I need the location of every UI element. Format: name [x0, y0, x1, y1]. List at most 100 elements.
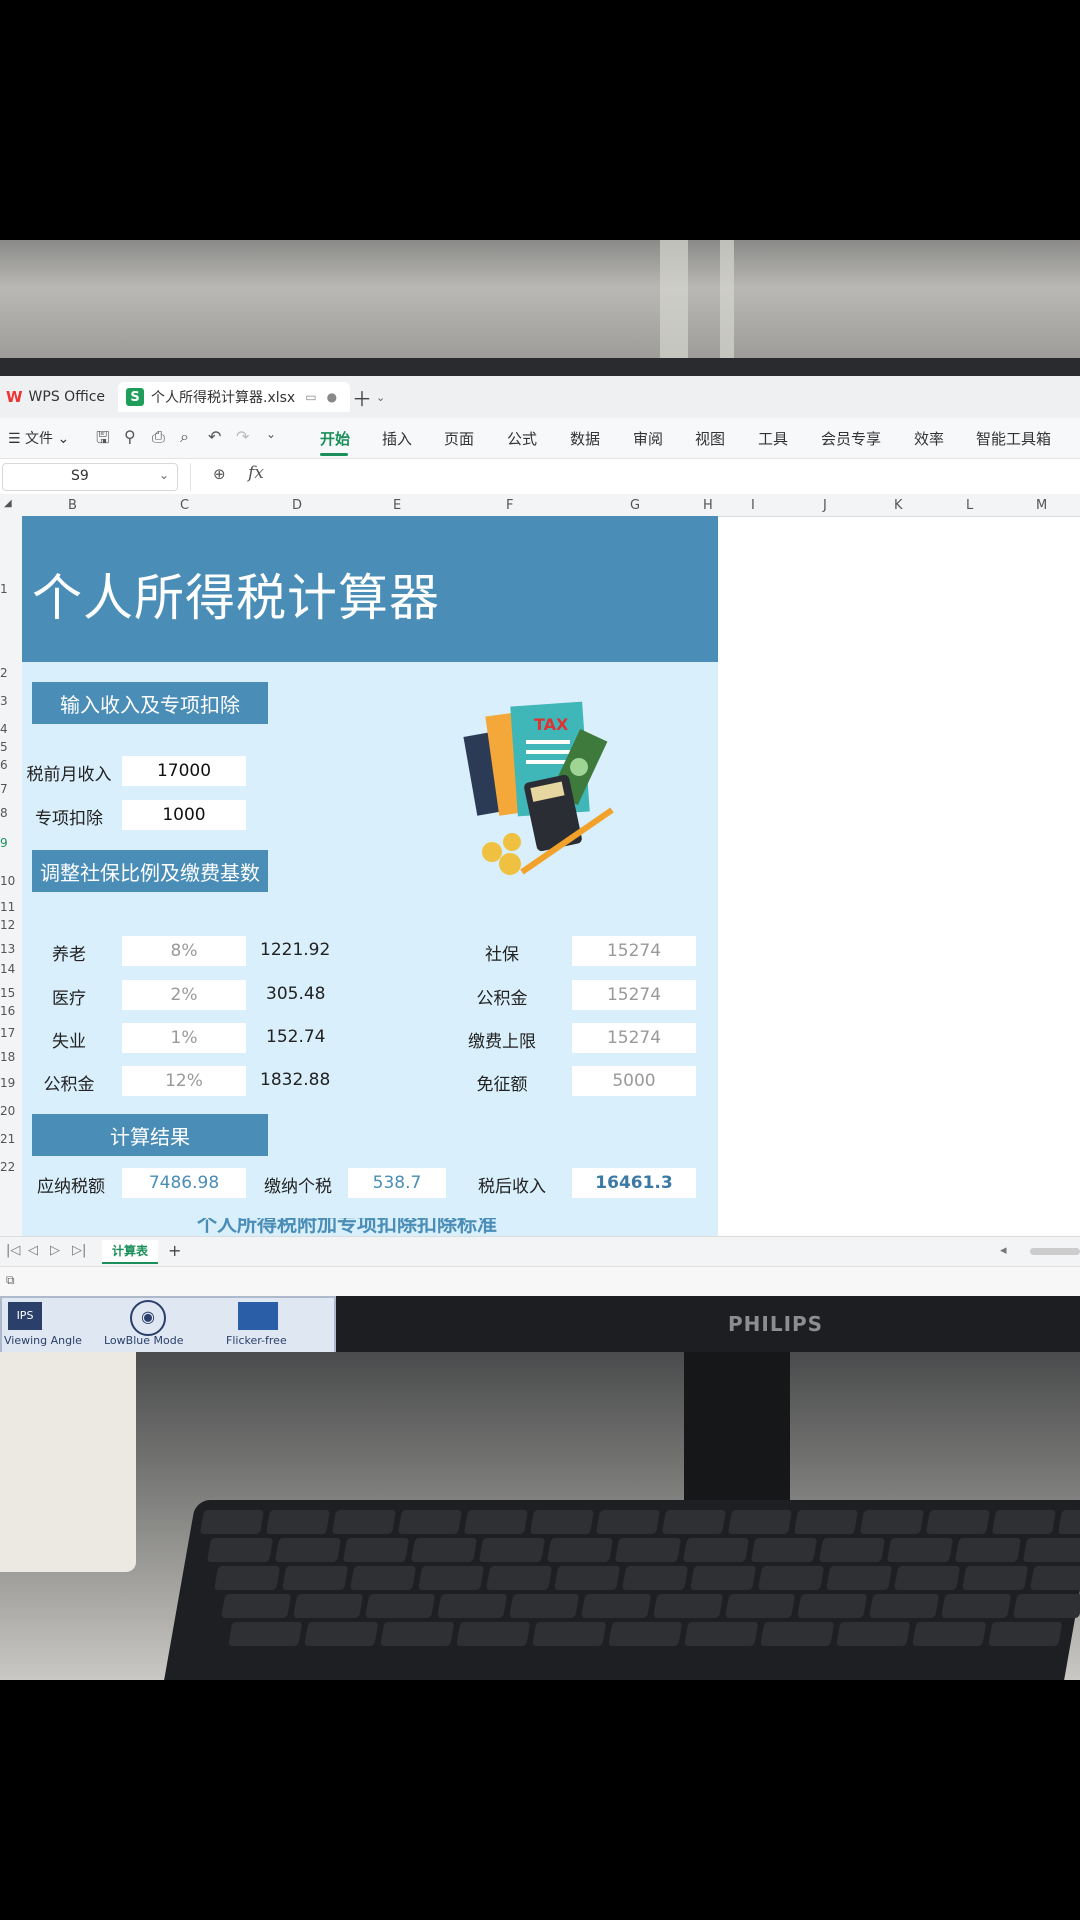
status-icon[interactable]: ⧉ — [6, 1273, 15, 1288]
section-input-heading: 输入收入及专项扣除 — [32, 682, 268, 724]
row-number[interactable]: 15 — [0, 986, 15, 1000]
col-l[interactable]: L — [966, 498, 973, 513]
col-e[interactable]: E — [393, 498, 401, 513]
add-sheet-button[interactable]: + — [168, 1241, 181, 1260]
taxable-income-value[interactable]: 7486.98 — [122, 1168, 246, 1198]
tab-view[interactable]: 视图 — [695, 428, 725, 449]
keyboard-key — [456, 1622, 531, 1646]
col-d[interactable]: D — [292, 498, 302, 513]
row-number-active[interactable]: 9 — [0, 836, 8, 850]
after-tax-value[interactable]: 16461.3 — [572, 1168, 696, 1198]
row-number[interactable]: 20 — [0, 1104, 15, 1118]
special-deduction-input[interactable]: 1000 — [122, 800, 246, 830]
status-bar: ⧉ — [0, 1266, 1080, 1296]
fund-base-input[interactable]: 15274 — [572, 980, 696, 1010]
row-number[interactable]: 22 — [0, 1160, 15, 1174]
row-number[interactable]: 19 — [0, 1076, 15, 1090]
row-number[interactable]: 3 — [0, 694, 8, 708]
pension-rate-input[interactable]: 8% — [122, 936, 246, 966]
unsaved-dot-icon[interactable]: ● — [327, 390, 337, 404]
keyboard-key — [554, 1566, 621, 1590]
file-tab[interactable]: S 个人所得税计算器.xlsx ▭ ● — [118, 382, 350, 412]
tab-member[interactable]: 会员专享 — [821, 428, 881, 449]
formula-bar: S9 ⌄ ⊕ fx — [0, 458, 1080, 496]
row-number[interactable]: 7 — [0, 782, 8, 796]
row-number[interactable]: 13 — [0, 942, 15, 956]
col-b[interactable]: B — [68, 498, 77, 513]
undo-icon[interactable]: ↶ — [208, 427, 221, 446]
cap-input[interactable]: 15274 — [572, 1023, 696, 1053]
col-h[interactable]: H — [703, 498, 713, 513]
row-number[interactable]: 11 — [0, 900, 15, 914]
col-j[interactable]: J — [823, 498, 827, 513]
wps-office-tab[interactable]: W WPS Office — [0, 382, 118, 412]
col-i[interactable]: I — [751, 498, 755, 513]
fx-icon[interactable]: fx — [248, 463, 264, 483]
row-number[interactable]: 18 — [0, 1050, 15, 1064]
col-f[interactable]: F — [506, 498, 513, 513]
tab-efficiency[interactable]: 效率 — [914, 428, 944, 449]
scroll-left-icon[interactable]: ◂ — [1000, 1243, 1007, 1258]
file-menu-button[interactable]: ☰ 文件 ⌄ — [8, 428, 69, 448]
exemption-label: 免征额 — [476, 1075, 528, 1095]
row-number[interactable]: 21 — [0, 1132, 15, 1146]
col-g[interactable]: G — [630, 498, 640, 513]
save-icon[interactable]: 🖫 — [96, 427, 110, 454]
more-chevron-icon[interactable]: ⌄ — [266, 427, 276, 441]
zoom-search-icon[interactable]: ⊕ — [213, 465, 226, 483]
tab-data[interactable]: 数据 — [570, 428, 600, 449]
income-tax-value[interactable]: 538.7 — [348, 1168, 446, 1198]
redo-icon[interactable]: ↷ — [236, 427, 249, 446]
after-tax-label: 税后收入 — [478, 1177, 546, 1197]
row-number[interactable]: 6 — [0, 758, 8, 772]
prev-sheet-icon[interactable]: ◁ — [28, 1243, 38, 1258]
row-number[interactable]: 5 — [0, 740, 8, 754]
first-sheet-icon[interactable]: |◁ — [6, 1243, 20, 1258]
row-number[interactable]: 16 — [0, 1004, 15, 1018]
horizontal-scrollbar[interactable] — [1030, 1248, 1080, 1255]
sheet-tab-calc[interactable]: 计算表 — [102, 1240, 158, 1264]
tab-formula[interactable]: 公式 — [507, 428, 537, 449]
keyboard-key — [608, 1622, 683, 1646]
new-tab-button[interactable]: ＋ ⌄ — [352, 382, 402, 412]
monitor-icon[interactable]: ▭ — [305, 390, 316, 404]
tab-insert[interactable]: 插入 — [382, 428, 412, 449]
next-sheet-icon[interactable]: ▷ — [50, 1243, 60, 1258]
row-number[interactable]: 2 — [0, 666, 8, 680]
cell-reference: S9 — [71, 468, 89, 484]
share-icon[interactable]: ⚲ — [124, 427, 136, 446]
print-preview-icon[interactable]: ⌕ — [180, 427, 189, 447]
last-sheet-icon[interactable]: ▷| — [72, 1243, 86, 1258]
keyboard-key — [869, 1594, 940, 1618]
income-tax-label: 缴纳个税 — [264, 1177, 332, 1197]
row-number[interactable]: 17 — [0, 1026, 15, 1040]
select-all-corner[interactable]: ◢ — [4, 498, 12, 509]
exemption-input[interactable]: 5000 — [572, 1066, 696, 1096]
tab-smart-toolbox[interactable]: 智能工具箱 — [976, 428, 1051, 449]
housing-fund-rate-input[interactable]: 12% — [122, 1066, 246, 1096]
col-m[interactable]: M — [1036, 498, 1047, 513]
tab-start[interactable]: 开始 — [320, 428, 350, 449]
row-number[interactable]: 1 — [0, 582, 8, 596]
keyboard-key — [509, 1594, 580, 1618]
name-box[interactable]: S9 ⌄ — [2, 463, 178, 491]
social-base-input[interactable]: 15274 — [572, 936, 696, 966]
unemployment-rate-input[interactable]: 1% — [122, 1023, 246, 1053]
col-c[interactable]: C — [180, 498, 189, 513]
tab-review[interactable]: 审阅 — [633, 428, 663, 449]
tab-page[interactable]: 页面 — [444, 428, 474, 449]
row-number[interactable]: 4 — [0, 722, 8, 736]
row-number[interactable]: 8 — [0, 806, 8, 820]
medical-rate-input[interactable]: 2% — [122, 980, 246, 1010]
row-header: 1 2 3 4 5 6 7 8 9 10 11 12 13 14 15 16 1… — [0, 516, 23, 1236]
print-icon[interactable]: ⎙ — [152, 427, 165, 447]
next-section-heading: 个人所得税附加专项扣除扣除标准 — [197, 1218, 497, 1236]
file-tab-label: 个人所得税计算器.xlsx — [151, 390, 296, 406]
pretax-income-input[interactable]: 17000 — [122, 756, 246, 786]
row-number[interactable]: 10 — [0, 874, 15, 888]
col-k[interactable]: K — [894, 498, 903, 513]
tab-tools[interactable]: 工具 — [758, 428, 788, 449]
keyboard-key — [214, 1566, 281, 1590]
row-number[interactable]: 14 — [0, 962, 15, 976]
row-number[interactable]: 12 — [0, 918, 15, 932]
